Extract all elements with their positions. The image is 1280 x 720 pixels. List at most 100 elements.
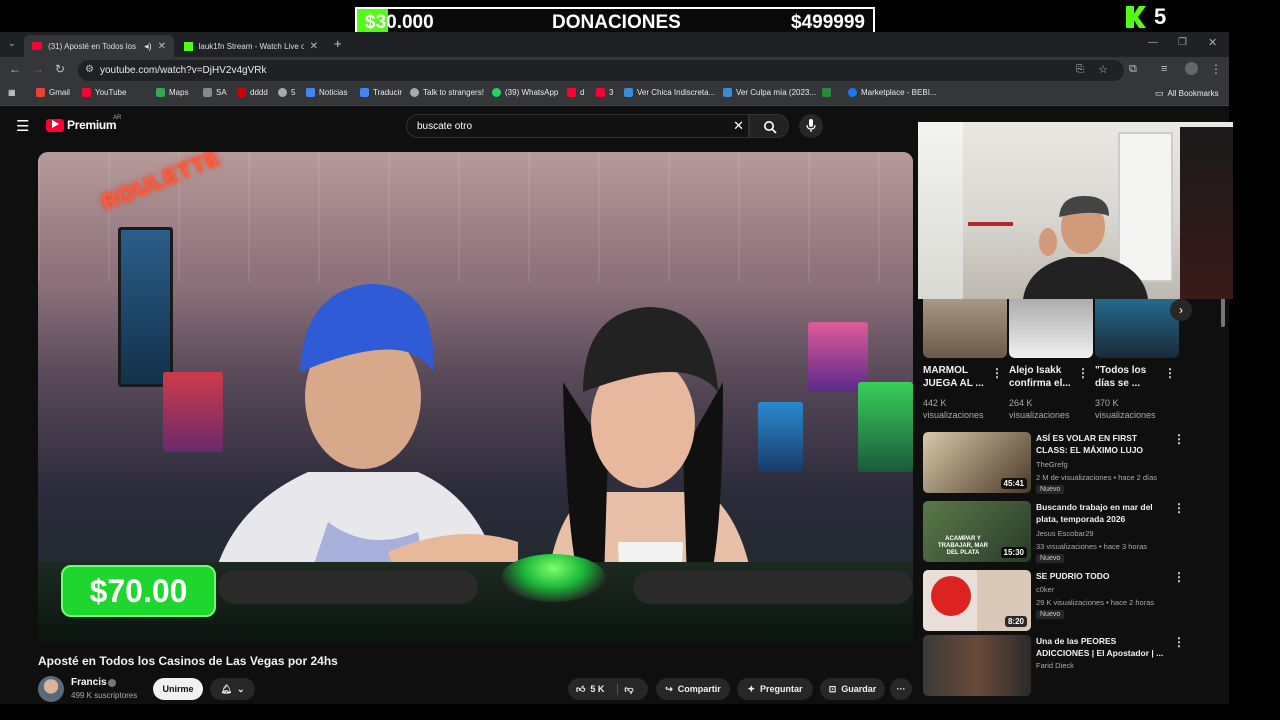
short-menu-icon[interactable]: ⋮ [1077, 366, 1089, 380]
bookmark-label: All Bookmarks [1167, 89, 1219, 98]
new-tab-button[interactable]: + [334, 36, 342, 51]
voice-search-button[interactable] [799, 114, 823, 138]
profile-avatar-icon[interactable] [1185, 62, 1198, 75]
like-button[interactable]: 👍︎ 5 K [576, 684, 604, 695]
short-views: 370 K visualizaciones [1095, 398, 1156, 420]
close-window-button[interactable]: ✕ [1208, 36, 1217, 49]
bookmark-5[interactable]: 5 [278, 88, 295, 97]
video-title[interactable]: Una de las PEORES ADICCIONES | El Aposta… [1036, 635, 1171, 659]
chrome-menu-icon[interactable]: ⋮ [1210, 62, 1222, 76]
donation-title: DONACIONES [552, 12, 681, 33]
bookmark-culpa-mia[interactable]: Ver Culpa mía (2023... [723, 88, 816, 97]
video-channel[interactable]: c0ker [1036, 584, 1186, 595]
folding-table [968, 222, 1013, 252]
video-meta: 2 M de visualizaciones • hace 2 días [1036, 473, 1158, 482]
back-icon[interactable]: ← [9, 62, 21, 76]
short-title[interactable]: Alejo Isakk confirma el... [1009, 364, 1081, 390]
list-item[interactable]: Una de las PEORES ADICCIONES | El Aposta… [923, 635, 1213, 697]
subscriber-count: 499 K suscriptores [71, 691, 138, 700]
extensions-icon[interactable]: ⧉ [1129, 63, 1137, 76]
next-shorts-icon[interactable]: › [1170, 299, 1192, 321]
short-title[interactable]: "Todos los días se ... [1095, 364, 1167, 390]
share-button[interactable]: ↪ Compartir [656, 678, 730, 700]
video-thumbnail[interactable]: ACAMPAR Y TRABAJAR, MAR DEL PLATA 15:30 [923, 501, 1031, 562]
video-menu-icon[interactable]: ⋮ [1173, 432, 1185, 446]
bookmark-d[interactable]: d [567, 88, 584, 97]
video-channel[interactable]: TheGrefg [1036, 459, 1186, 470]
bookmark-icon-only[interactable] [822, 88, 831, 97]
video-thumbnail[interactable]: 8:20 [923, 570, 1031, 631]
list-item[interactable]: 8:20 SE PUDRIO TODO c0ker 29 K visualiza… [923, 570, 1213, 632]
close-tab-icon[interactable]: ✕ [158, 41, 166, 52]
close-tab-icon[interactable]: ✕ [310, 41, 318, 52]
search-button[interactable] [749, 114, 789, 138]
bookmark-talk-to-strangers[interactable]: Talk to strangers! [410, 88, 484, 97]
video-channel[interactable]: Farid Dieck [1036, 660, 1186, 671]
reload-icon[interactable]: ↻ [55, 62, 65, 76]
clear-search-icon[interactable]: ✕ [733, 118, 744, 134]
share-icon: ↪ [665, 683, 673, 694]
video-menu-icon[interactable]: ⋮ [1173, 501, 1185, 515]
tab-kick[interactable]: lauk1fn Stream - Watch Live on ✕ [176, 35, 326, 57]
bookmark-youtube[interactable]: YouTube [82, 88, 126, 97]
video-channel[interactable]: Jesus Escobar29 [1036, 528, 1186, 539]
channel-name[interactable]: Francis [71, 677, 107, 688]
bookmark-label: Ver Culpa mía (2023... [736, 88, 817, 97]
bookmark-whatsapp[interactable]: (39) WhatsApp [492, 88, 558, 97]
bookmark-chica-indiscreta[interactable]: Ver Chica Indiscreta... [624, 88, 715, 97]
speaker-icon[interactable]: ◂) [144, 41, 152, 52]
restore-button[interactable]: ❐ [1178, 37, 1187, 48]
thumbs-down-icon[interactable]: 👎︎ [617, 683, 634, 695]
save-button[interactable]: ⊡ Guardar [820, 678, 885, 700]
bookmark-marketplace[interactable]: Marketplace - BEBI... [848, 88, 937, 97]
bookmark-maps[interactable]: Maps [156, 88, 189, 97]
video-title[interactable]: ASÍ ES VOLAR EN FIRST CLASS: EL MÁXIMO L… [1036, 432, 1171, 456]
notifications-button[interactable]: 🔔︎ ⌄ [210, 678, 255, 700]
forward-icon[interactable]: → [32, 62, 44, 76]
globe-icon [278, 88, 287, 97]
video-menu-icon[interactable]: ⋮ [1173, 570, 1185, 584]
video-title[interactable]: Buscando trabajo en mar del plata, tempo… [1036, 501, 1171, 525]
more-actions-button[interactable]: ··· [890, 678, 912, 700]
bookmark-traducir[interactable]: Traducir [360, 88, 402, 97]
cast-icon[interactable]: ⎘ [1076, 64, 1084, 75]
tab-youtube[interactable]: (31) Aposté en Todos los Ca ◂) ✕ [24, 35, 174, 57]
youtube-icon [567, 88, 576, 97]
short-menu-icon[interactable]: ⋮ [991, 366, 1003, 380]
microphone-icon [806, 119, 816, 132]
bookmark-gmail[interactable]: Gmail [36, 88, 70, 97]
bookmark-noticias[interactable]: Noticias [306, 88, 347, 97]
list-item[interactable]: 45:41 ASÍ ES VOLAR EN FIRST CLASS: EL MÁ… [923, 432, 1213, 494]
verified-icon [108, 679, 116, 687]
bookmark-star-icon[interactable]: ☆ [1098, 63, 1108, 76]
sidebar-scrollbar[interactable] [1221, 297, 1225, 327]
slot-machine [858, 382, 913, 472]
minimize-button[interactable]: — [1148, 37, 1158, 48]
tab-title: (31) Aposté en Todos los Ca [48, 41, 138, 51]
join-button[interactable]: Unirme [153, 678, 203, 700]
bookmark-3[interactable]: 3 [596, 88, 613, 97]
donation-raised: $30.000 [365, 12, 434, 33]
share-label: Compartir [677, 684, 721, 694]
video-thumbnail[interactable] [923, 635, 1031, 696]
video-meta: 33 visualizaciones • hace 3 horas [1036, 542, 1148, 551]
media-icon[interactable]: ≡ [1161, 63, 1167, 75]
video-title[interactable]: SE PUDRIO TODO [1036, 570, 1171, 582]
bookmark-dddd[interactable]: dddd [237, 88, 268, 97]
hamburger-menu-icon[interactable]: ☰ [16, 117, 29, 135]
video-player[interactable]: ROULETTE $70.00 [38, 152, 913, 644]
short-menu-icon[interactable]: ⋮ [1164, 366, 1176, 380]
bookmark-sa[interactable]: SA [203, 88, 227, 97]
search-input[interactable]: buscate otro ✕ [406, 114, 749, 138]
video-thumbnail[interactable]: 45:41 [923, 432, 1031, 493]
url-field[interactable]: ⚙ youtube.com/watch?v=DjHV2v4gVRk ⎘ ☆ [78, 60, 1124, 81]
apps-icon[interactable]: ▦ [8, 88, 16, 97]
all-bookmarks[interactable]: ▭ All Bookmarks [1155, 88, 1219, 99]
video-menu-icon[interactable]: ⋮ [1173, 635, 1185, 649]
channel-avatar[interactable] [38, 676, 64, 702]
list-item[interactable]: ACAMPAR Y TRABAJAR, MAR DEL PLATA 15:30 … [923, 501, 1213, 563]
ask-button[interactable]: ✦ Preguntar [737, 678, 813, 700]
tab-search-icon[interactable]: ⌄ [8, 38, 16, 49]
site-info-icon[interactable]: ⚙ [85, 64, 94, 75]
short-title[interactable]: MARMOL JUEGA AL ... [923, 364, 995, 390]
